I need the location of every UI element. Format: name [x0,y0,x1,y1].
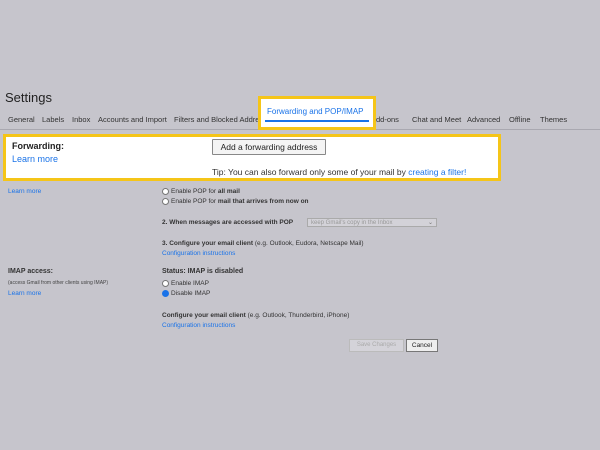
forwarding-learn-more-link[interactable]: Learn more [12,154,58,164]
imap-subtext: (access Gmail from other clients using I… [8,280,109,286]
tab-forwarding-label: Forwarding and POP/IMAP [267,107,364,116]
tab-filters-and-blocked[interactable]: Filters and Blocked Addre [174,115,259,124]
tab-chat-and-meet[interactable]: Chat and Meet [412,115,461,124]
forwarding-highlight-box: Forwarding: Learn more Add a forwarding … [3,134,501,181]
pop-option-all-mail[interactable]: Enable POP for all mail [162,188,240,195]
radio-imap-disable[interactable] [162,290,169,297]
imap-learn-more-link[interactable]: Learn more [8,290,41,297]
creating-filter-link[interactable]: creating a filter! [408,167,466,177]
pop-action-select-value: keep Gmail's copy in the Inbox [311,220,393,226]
imap-config-link[interactable]: Configuration instructions [162,322,235,329]
chevron-down-icon: ⌄ [427,220,433,226]
save-changes-button[interactable]: Save Changes [349,339,404,352]
tab-accounts-and-import[interactable]: Accounts and Import [98,115,167,124]
radio-pop-all[interactable] [162,188,169,195]
forwarding-tip: Tip: You can also forward only some of y… [212,167,467,177]
tab-add-ons[interactable]: dd-ons [376,115,399,124]
active-tab-underline [265,120,369,122]
pop-action-select[interactable]: keep Gmail's copy in the Inbox ⌄ [307,218,437,227]
tab-themes[interactable]: Themes [540,115,567,124]
tab-inbox[interactable]: Inbox [72,115,90,124]
page-title: Settings [5,90,52,105]
imap-configure: Configure your email client (e.g. Outloo… [162,312,350,319]
pop-q2-label: 2. When messages are accessed with POP [162,219,294,226]
tab-offline[interactable]: Offline [509,115,531,124]
forwarding-label: Forwarding: [12,141,64,151]
cancel-button[interactable]: Cancel [406,339,438,352]
tab-advanced[interactable]: Advanced [467,115,500,124]
tab-general[interactable]: General [8,115,35,124]
pop-learn-more-link[interactable]: Learn more [8,188,41,195]
pop-config-link[interactable]: Configuration instructions [162,250,235,257]
pop-q3: 3. Configure your email client (e.g. Out… [162,240,364,247]
imap-enable-option[interactable]: Enable IMAP [162,280,209,287]
dimmed-overlay [0,0,600,450]
pop-option-from-now[interactable]: Enable POP for mail that arrives from no… [162,198,309,205]
add-forwarding-address-button[interactable]: Add a forwarding address [212,139,326,155]
radio-pop-now[interactable] [162,198,169,205]
imap-status: Status: IMAP is disabled [162,268,244,275]
tab-forwarding-and-pop-imap[interactable]: Forwarding and POP/IMAP [258,96,376,130]
imap-label: IMAP access: [8,268,54,275]
radio-imap-enable[interactable] [162,280,169,287]
imap-disable-option[interactable]: Disable IMAP [162,290,210,297]
tab-labels[interactable]: Labels [42,115,64,124]
